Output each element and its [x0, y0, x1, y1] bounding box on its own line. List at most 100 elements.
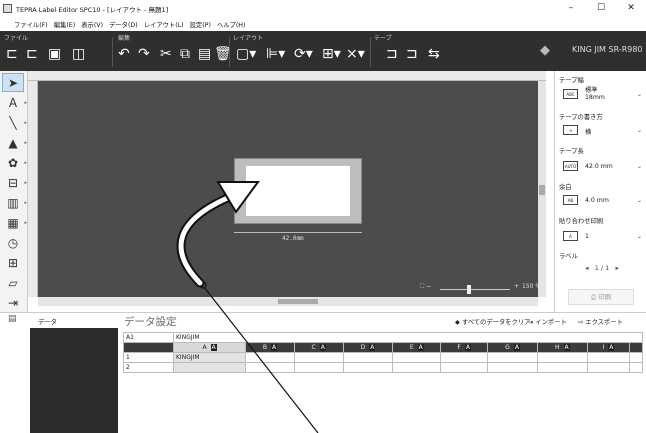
column-header[interactable]: AA [172, 342, 247, 353]
zoom-fit-icon[interactable]: ⛶ − [420, 283, 431, 291]
menu-layout[interactable]: レイアウト(L) [144, 20, 184, 29]
cell-value-input[interactable]: KINGJIM [173, 332, 643, 343]
font-a-icon[interactable]: A [608, 344, 615, 351]
table-cell[interactable] [586, 352, 631, 363]
cross-icon[interactable]: ⨯▾ [346, 44, 365, 64]
tape-cut-icon[interactable]: ⊐ [386, 44, 398, 64]
paste-icon[interactable]: ▤ [198, 44, 211, 64]
column-header[interactable]: GA [487, 342, 539, 353]
table-cell[interactable] [293, 352, 344, 363]
save-icon[interactable]: ▣ [48, 44, 61, 64]
vertical-scroll-thumb[interactable] [539, 185, 545, 195]
table-cell[interactable] [293, 362, 344, 373]
menu-view[interactable]: 表示(V) [81, 20, 103, 29]
close-button[interactable]: ✕ [616, 0, 646, 17]
table-cell[interactable] [629, 352, 643, 363]
chevron-down-icon[interactable]: ⌄ [637, 163, 642, 170]
font-a-icon[interactable]: A [513, 344, 520, 351]
barcode-tool-icon[interactable]: ▥ ▸ [2, 193, 27, 212]
column-header[interactable]: EA [392, 342, 442, 353]
chevron-down-icon[interactable]: ⌄ [637, 197, 642, 204]
row-number[interactable]: 1 [123, 352, 174, 363]
column-header[interactable]: CA [293, 342, 344, 353]
table-tool-icon[interactable]: ⊞ [2, 253, 24, 272]
import-button[interactable]: ⇥ インポート [528, 317, 567, 326]
table-cell[interactable] [342, 362, 394, 373]
font-a-icon[interactable]: A [563, 344, 570, 351]
printer-name[interactable]: KING JIM SR-R980 [572, 45, 643, 54]
tape-feed-icon[interactable]: ⊐ [406, 44, 418, 64]
select-tool-icon[interactable]: ➤ [2, 73, 24, 92]
chevron-down-icon[interactable]: ⌄ [637, 91, 642, 98]
print-button[interactable]: ⎙ 印刷 [568, 289, 634, 305]
font-a-icon[interactable]: A [319, 344, 326, 351]
clear-all-data-button[interactable]: ◆ すべてのデータをクリア [455, 317, 530, 326]
column-header[interactable]: HA [537, 342, 588, 353]
column-header[interactable]: BA [245, 342, 295, 353]
shape-tool-icon[interactable]: ▱ [2, 273, 24, 292]
redo-icon[interactable]: ↷ [138, 44, 150, 64]
date-tool-icon[interactable]: ◷ [2, 233, 24, 252]
table-cell[interactable] [487, 362, 539, 373]
margin-value[interactable]: 4.0 mm [585, 197, 609, 204]
menu-edit[interactable]: 編集(E) [54, 20, 76, 29]
frame-icon[interactable]: ▢▾ [236, 44, 256, 64]
table-cell[interactable] [537, 352, 588, 363]
export-button[interactable]: ⇨ エクスポート [578, 317, 623, 326]
grid-icon[interactable]: ⊞▾ [322, 44, 341, 64]
table-cell[interactable]: KINGJIM [172, 352, 247, 363]
table-cell[interactable] [392, 352, 442, 363]
minimize-button[interactable]: – [556, 0, 586, 17]
length-value[interactable]: 42.0 mm [585, 163, 613, 170]
image-tool-icon[interactable]: ▲ ▸ [2, 133, 27, 152]
qrcode-tool-icon[interactable]: ▦ ▸ [2, 213, 27, 232]
font-a-icon[interactable]: A [210, 344, 217, 351]
table-cell[interactable] [537, 362, 588, 373]
table-cell[interactable] [245, 362, 295, 373]
font-a-icon[interactable]: A [369, 344, 376, 351]
menu-help[interactable]: ヘルプ(H) [217, 20, 246, 29]
table-cell[interactable] [172, 362, 247, 373]
tape-width-value[interactable]: 標準 [585, 85, 597, 94]
cut-icon[interactable]: ✂ [160, 44, 172, 64]
table-cell[interactable] [342, 352, 394, 363]
rotate-icon[interactable]: ⟳▾ [294, 44, 313, 64]
new-icon[interactable]: ⊏ [6, 44, 18, 64]
copy-icon[interactable]: ⧉ [180, 44, 190, 64]
chevron-down-icon[interactable]: ⌄ [637, 127, 642, 134]
font-a-icon[interactable]: A [270, 344, 278, 351]
font-a-icon[interactable]: A [464, 344, 471, 351]
horizontal-scroll-thumb[interactable] [278, 299, 318, 304]
table-cell[interactable] [487, 352, 539, 363]
zoom-slider[interactable] [440, 289, 510, 290]
column-header[interactable]: FA [440, 342, 489, 353]
zoom-in-icon[interactable]: + [514, 283, 519, 290]
column-header[interactable]: IA [586, 342, 631, 353]
book-icon[interactable]: ◫ [72, 44, 85, 64]
column-header[interactable]: DA [342, 342, 394, 353]
text-tool-icon[interactable]: A ▸ [2, 93, 27, 112]
chevron-down-icon[interactable]: ⌄ [637, 233, 642, 240]
open-icon[interactable]: ⊏ [26, 44, 38, 64]
data-panel-icon[interactable]: ▤ [8, 314, 17, 324]
table-cell[interactable] [586, 362, 631, 373]
line-tool-icon[interactable]: ╲ ▸ [2, 113, 27, 132]
frame-tool-icon[interactable]: ⊟ ▸ [2, 173, 27, 192]
label-print-area[interactable] [246, 166, 350, 216]
menu-data[interactable]: データ(D) [109, 20, 138, 29]
font-a-icon[interactable]: A [417, 344, 424, 351]
tape-mirror-icon[interactable]: ⇆ [428, 44, 440, 64]
menu-file[interactable]: ファイル(F) [14, 20, 48, 29]
import-tool-icon[interactable]: ⇥ [2, 293, 24, 312]
clipart-tool-icon[interactable]: ✿ ▸ [2, 153, 27, 172]
undo-icon[interactable]: ↶ [118, 44, 130, 64]
table-cell[interactable] [629, 362, 643, 373]
tile-print-value[interactable]: 1 [585, 233, 589, 240]
row-number[interactable]: 2 [123, 362, 174, 373]
zoom-slider-thumb[interactable] [467, 285, 471, 294]
table-cell[interactable] [245, 352, 295, 363]
menu-settings[interactable]: 設定(P) [190, 20, 211, 29]
direction-value[interactable]: 横 [585, 127, 591, 136]
table-cell[interactable] [440, 362, 489, 373]
align-icon[interactable]: ⊫▾ [266, 44, 285, 64]
